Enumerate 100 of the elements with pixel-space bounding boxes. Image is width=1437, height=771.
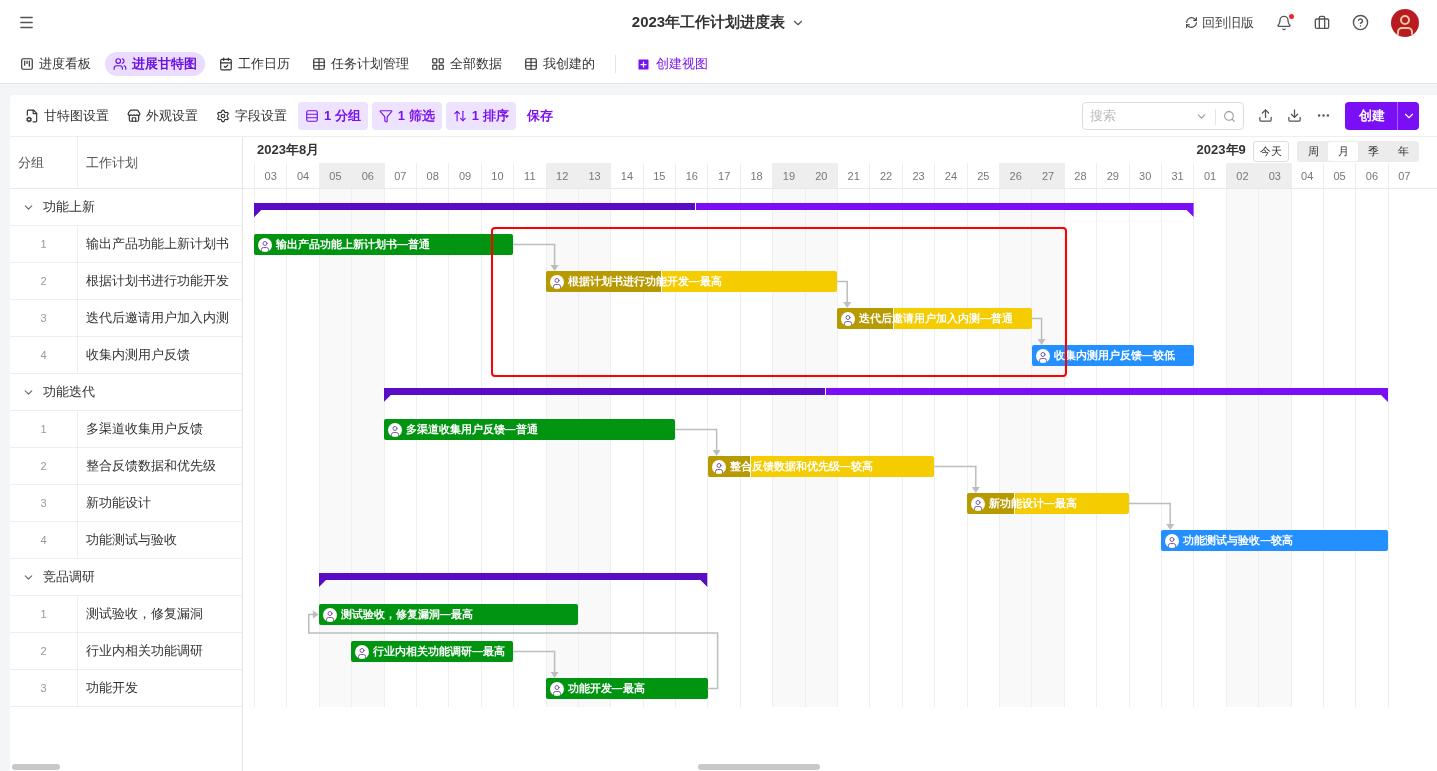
scale-tab[interactable]: 周 [1298,142,1328,161]
view-tab[interactable]: 工作日历 [211,52,298,76]
plus-icon [636,56,651,72]
task-name: 迭代后邀请用户加入内测 [85,309,229,327]
scale-tab[interactable]: 月 [1328,142,1358,161]
filter-icon [378,108,393,123]
toolbar-button[interactable]: 外观设置 [120,101,205,130]
briefcase-button[interactable] [1314,14,1330,31]
view-tab[interactable]: 进度看板 [12,52,99,76]
scrollbar-thumb[interactable] [698,764,820,770]
bell-icon [1276,14,1292,31]
download-icon [1287,108,1302,123]
task-bar-label: 功能开发—最高 [567,681,645,696]
task-bar-label: 测试验收，修复漏洞—最高 [340,607,473,622]
toolbar-button[interactable]: 甘特图设置 [18,101,116,130]
task-bar[interactable]: 功能开发—最高 [545,678,708,699]
group-name: 功能迭代 [43,383,95,401]
toolbar-button[interactable]: 1 分组 [298,101,368,130]
day-label: 03 [1258,163,1291,188]
grid-icon [431,57,445,71]
row-number: 3 [10,670,78,706]
task-bar[interactable]: 输出产品功能上新计划书—普通 [254,234,514,255]
view-tab[interactable]: 我创建的 [516,52,603,76]
row-number: 2 [10,263,78,299]
task-bar-label: 行业内相关功能调研—最高 [373,644,506,659]
calendar-icon [219,57,233,71]
dependency-arrow [836,280,852,308]
toolbar-button[interactable]: 1 排序 [445,101,516,130]
menu-icon [18,14,35,31]
scale-tab[interactable]: 年 [1388,142,1418,161]
table-icon [312,57,326,71]
task-bar-label: 功能测试与验收—较高 [1183,533,1294,548]
task-name: 行业内相关功能调研 [85,642,203,660]
task-bar-label: 多渠道收集用户反馈—普通 [405,422,538,437]
task-bar[interactable]: 多渠道收集用户反馈—普通 [383,419,676,440]
day-label: 19 [772,163,805,188]
day-label: 12 [545,163,578,188]
task-bar[interactable]: 测试验收，修复漏洞—最高 [318,604,578,625]
task-bar[interactable]: 行业内相关功能调研—最高 [351,641,514,662]
toolbar-button[interactable]: 字段设置 [209,101,294,130]
create-view-button[interactable]: 创建视图 [628,52,716,76]
dependency-arrow [674,428,721,456]
user-avatar[interactable] [1391,8,1419,37]
row-number: 2 [10,633,78,669]
row-number: 3 [10,485,78,521]
group-name: 竞品调研 [43,568,95,586]
today-button[interactable]: 今天 [1253,141,1289,162]
day-label: 02 [1225,163,1259,188]
column-header: 工作计划 [85,153,139,172]
day-label: 20 [804,163,838,188]
notification-button[interactable] [1276,14,1292,31]
create-button[interactable]: 创建 [1345,101,1419,130]
search-field[interactable]: 搜索 [1082,101,1244,130]
toolbar-button[interactable]: 1 筛选 [371,101,442,130]
task-name: 新功能设计 [85,494,151,512]
store-icon [127,108,141,123]
day-label: 26 [999,163,1032,188]
view-tab[interactable]: 进展甘特图 [105,52,205,76]
column-header: 分组 [10,137,78,188]
refresh-icon [1185,16,1198,29]
settings-icon [216,108,230,123]
download-button[interactable] [1287,108,1302,123]
scale-tab[interactable]: 季 [1358,142,1388,161]
table-icon [524,57,538,71]
row-number: 4 [10,522,78,558]
menu-button[interactable] [18,14,35,31]
briefcase-icon [1314,14,1330,31]
help-icon [1352,14,1369,31]
row-number: 2 [10,448,78,484]
task-name: 整合反馈数据和优先级 [85,457,216,475]
month-label: 2023年8月 [257,141,320,159]
people-icon [113,57,127,71]
document-gear-icon [25,108,39,123]
save-link[interactable]: 保存 [519,101,560,130]
row-number: 1 [10,411,78,447]
sort-icon [452,108,467,123]
day-label: 27 [1031,163,1064,188]
view-tab[interactable]: 任务计划管理 [304,52,417,76]
task-name: 收集内测用户反馈 [85,346,190,364]
help-button[interactable] [1352,14,1369,31]
row-number: 1 [10,226,78,262]
group-name: 功能上新 [43,198,95,216]
dependency-arrow [1030,317,1046,345]
task-name: 测试验收，修复漏洞 [85,605,203,623]
scrollbar-thumb[interactable] [12,764,60,770]
search-icon [1223,110,1236,123]
kanban-icon [20,57,34,71]
dependency-arrow [1128,502,1175,530]
view-tab[interactable]: 全部数据 [423,52,510,76]
old-version-button[interactable]: 回到旧版 [1185,13,1254,32]
task-name: 功能开发 [85,679,138,697]
row-number: 4 [10,337,78,373]
dependency-arrow [933,465,980,493]
upload-icon [1258,108,1273,123]
task-name: 多渠道收集用户反馈 [85,420,203,438]
task-name: 输出产品功能上新计划书 [85,235,229,253]
task-bar-label: 输出产品功能上新计划书—普通 [276,237,430,252]
upload-button[interactable] [1258,108,1273,123]
dependency-arrow [512,243,559,271]
row-number: 3 [10,300,78,336]
